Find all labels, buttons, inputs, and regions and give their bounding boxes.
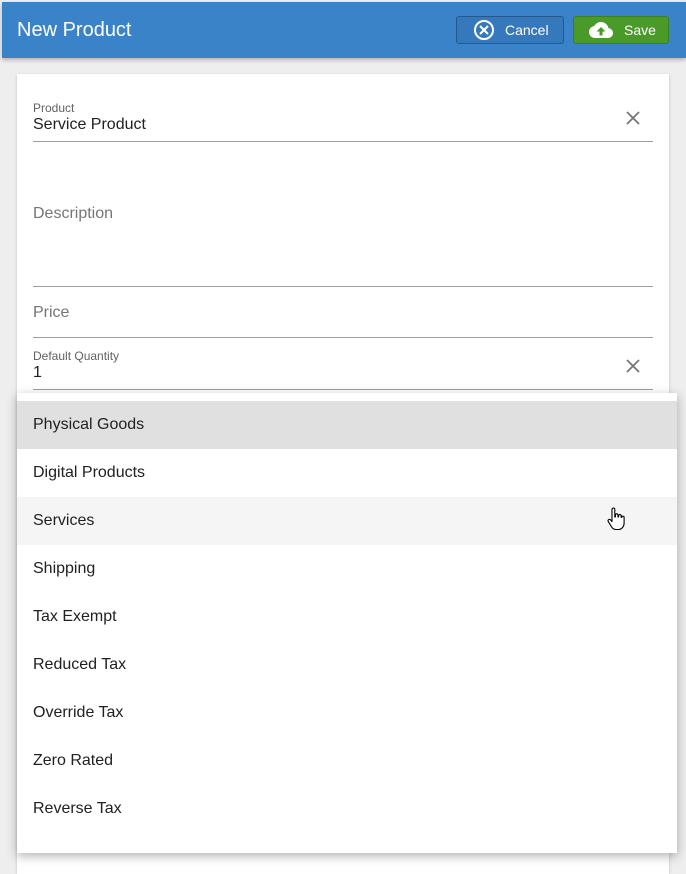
menu-item-tax-exempt[interactable]: Tax Exempt [17, 593, 677, 641]
default-quantity-label: Default Quantity [33, 349, 120, 363]
product-field-value: Service Product [33, 116, 146, 133]
price-placeholder: Price [33, 304, 70, 321]
hand-pointer-icon [606, 507, 626, 531]
default-quantity-value: 1 [33, 364, 42, 381]
clear-icon[interactable] [625, 110, 641, 126]
description-placeholder: Description [33, 205, 114, 222]
menu-item-physical-goods[interactable]: Physical Goods [17, 401, 677, 449]
product-field[interactable]: Product Service Product [33, 98, 653, 142]
page-title: New Product [17, 19, 132, 41]
menu-item-digital-products[interactable]: Digital Products [17, 449, 677, 497]
menu-item-shipping[interactable]: Shipping [17, 545, 677, 593]
menu-item-zero-rated[interactable]: Zero Rated [17, 737, 677, 785]
save-button-label: Save [624, 22, 656, 38]
cancel-circle-icon [473, 19, 495, 41]
menu-item-services[interactable]: Services [17, 497, 677, 545]
cloud-upload-icon [588, 19, 614, 41]
price-field[interactable]: Price [33, 298, 653, 338]
save-button[interactable]: Save [573, 16, 669, 44]
product-field-label: Product [33, 101, 75, 115]
cancel-button-label: Cancel [505, 22, 549, 38]
default-quantity-field[interactable]: Default Quantity 1 [33, 346, 653, 390]
cancel-button[interactable]: Cancel [456, 16, 564, 44]
description-field[interactable]: Description [33, 192, 653, 287]
menu-item-reverse-tax[interactable]: Reverse Tax [17, 785, 677, 833]
category-dropdown-menu: Physical Goods Digital Products Services… [17, 393, 677, 853]
menu-item-reduced-tax[interactable]: Reduced Tax [17, 641, 677, 689]
clear-icon[interactable] [625, 358, 641, 374]
top-app-bar: New Product Cancel Save [2, 2, 686, 58]
menu-item-override-tax[interactable]: Override Tax [17, 689, 677, 737]
